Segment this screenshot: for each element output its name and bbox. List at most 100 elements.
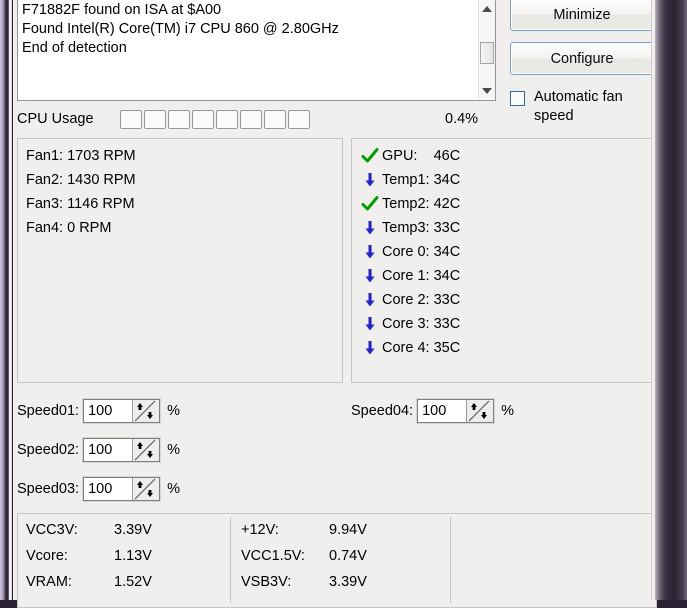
voltage-readout: VSB3V: 3.39V xyxy=(241,569,437,595)
voltage-column: +12V: 9.94V VCC1.5V: 0.74V VSB3V: 3.39V xyxy=(230,517,437,603)
voltage-readout: VRAM: 1.52V xyxy=(26,569,222,595)
cpu-usage-block xyxy=(216,110,238,129)
speed-spinner[interactable]: 100 xyxy=(417,399,495,423)
speed-unit-label: % xyxy=(501,403,514,419)
cpu-usage-percent: 0.4% xyxy=(445,111,479,127)
spinner-up-down-icon[interactable] xyxy=(466,400,494,422)
cpu-usage-block xyxy=(168,110,190,129)
temperature-sensor-name: Core 1: xyxy=(382,268,430,284)
client-area: F71882F found on ISA at $A00 Found Intel… xyxy=(13,0,677,608)
voltage-value: 0.74V xyxy=(329,548,367,564)
cpu-usage-label: CPU Usage xyxy=(17,111,94,127)
automatic-fan-speed-checkbox[interactable] xyxy=(510,91,525,106)
temperature-readout: Temp1: 34C xyxy=(360,168,460,192)
speed-spinner[interactable]: 100 xyxy=(83,399,161,423)
spinner-up-down-icon[interactable] xyxy=(132,478,160,500)
temperature-readout: Core 1: 34C xyxy=(360,264,460,288)
fan-readouts-panel: Fan1: 1703 RPM Fan2: 1430 RPM Fan3: 1146 R… xyxy=(17,138,343,383)
speed-control-row: Speed04: 100% xyxy=(351,398,514,424)
scroll-down-button[interactable] xyxy=(479,82,495,99)
speed-control-row: Speed02: 100% xyxy=(17,437,180,463)
speed-value-input[interactable]: 100 xyxy=(84,439,133,461)
cpu-usage-block xyxy=(288,110,310,129)
voltage-rail-name: VCC3V: xyxy=(26,522,78,538)
temperature-sensor-name: Temp1: xyxy=(382,172,430,188)
fan-value: 0 RPM xyxy=(63,220,112,236)
automatic-fan-speed-label: Automatic fan speed xyxy=(534,89,623,124)
blue-down-arrow-icon xyxy=(360,218,380,238)
temperature-readout: GPU: 46C xyxy=(360,144,460,168)
green-check-icon xyxy=(360,194,380,214)
blue-down-arrow-icon xyxy=(360,266,380,286)
voltage-value: 3.39V xyxy=(329,574,367,590)
speed-label: Speed01: xyxy=(17,403,80,419)
scroll-down-arrow-icon xyxy=(482,87,492,94)
cpu-usage-block xyxy=(192,110,214,129)
speed-spinner[interactable]: 100 xyxy=(83,438,161,462)
automatic-fan-speed-row[interactable]: Automatic fan speed xyxy=(510,88,660,126)
voltage-rail-name: VSB3V: xyxy=(241,574,292,590)
window-border-right xyxy=(655,0,687,600)
temperature-sensor-name: Temp2: xyxy=(382,196,430,212)
temperature-readout: Core 0: 34C xyxy=(360,240,460,264)
blue-down-arrow-icon xyxy=(360,242,380,262)
temperature-readout: Core 3: 33C xyxy=(360,312,460,336)
voltage-readout: Vcore: 1.13V xyxy=(26,543,222,569)
temperature-sensor-name: GPU: xyxy=(382,148,418,164)
cpu-usage-row: CPU Usage 0.4% xyxy=(13,108,493,134)
speed-unit-label: % xyxy=(167,481,180,497)
window-inner-edge-left xyxy=(9,0,12,600)
speed-label: Speed02: xyxy=(17,442,80,458)
minimize-button[interactable]: Minimize xyxy=(510,0,654,31)
configure-button[interactable]: Configure xyxy=(510,42,654,75)
speed-spinner[interactable]: 100 xyxy=(83,477,161,501)
voltage-value: 9.94V xyxy=(329,522,367,538)
detection-log-text: F71882F found on ISA at $A00 Found Intel… xyxy=(22,2,339,56)
voltage-rail-name: VRAM: xyxy=(26,574,72,590)
speed-unit-label: % xyxy=(167,442,180,458)
temperature-value: 46C xyxy=(417,148,461,164)
voltage-value: 3.39V xyxy=(114,522,152,538)
temperature-readout: Temp2: 42C xyxy=(360,192,460,216)
window-frame: F71882F found on ISA at $A00 Found Intel… xyxy=(0,0,687,608)
scrollbar-thumb[interactable] xyxy=(480,42,494,64)
voltage-readouts-panel: VCC3V: 3.39V Vcore: 1.13V VRAM: 1.52V +12V: 9.… xyxy=(17,513,657,608)
temperature-sensor-name: Core 4: xyxy=(382,340,430,356)
speed-value-input[interactable]: 100 xyxy=(84,478,133,500)
fan-readout: Fan4: 0 RPM xyxy=(26,216,136,240)
scroll-up-arrow-icon xyxy=(482,5,492,12)
temperature-value: 34C xyxy=(429,268,461,284)
detection-log-textbox[interactable]: F71882F found on ISA at $A00 Found Intel… xyxy=(17,0,496,101)
fan-label: Fan2: xyxy=(26,172,64,188)
voltage-rail-name: +12V: xyxy=(241,522,279,538)
temperature-value: 42C xyxy=(429,196,461,212)
spinner-up-down-icon[interactable] xyxy=(132,400,160,422)
cpu-usage-block xyxy=(120,110,142,129)
log-scrollbar[interactable] xyxy=(478,0,495,99)
temperature-readout: Core 4: 35C xyxy=(360,336,460,360)
green-check-icon xyxy=(360,146,380,166)
blue-down-arrow-icon xyxy=(360,170,380,190)
voltage-column: VCC3V: 3.39V Vcore: 1.13V VRAM: 1.52V xyxy=(26,517,222,603)
voltage-value: 1.52V xyxy=(114,574,152,590)
spinner-up-down-icon[interactable] xyxy=(132,439,160,461)
cpu-usage-progress xyxy=(120,110,310,129)
temperature-value: 34C xyxy=(429,172,461,188)
fan-value: 1146 RPM xyxy=(63,196,135,212)
speed-value-input[interactable]: 100 xyxy=(418,400,467,422)
voltage-readout: +12V: 9.94V xyxy=(241,517,437,543)
fan-readout: Fan1: 1703 RPM xyxy=(26,144,136,168)
fan-readout-list: Fan1: 1703 RPM Fan2: 1430 RPM Fan3: 1146 R… xyxy=(26,144,136,240)
temperature-readouts-panel: GPU: 46C Temp1: 34C Temp2: 42C Temp3: 33C Co… xyxy=(351,138,677,383)
speed-label: Speed03: xyxy=(17,481,80,497)
temperature-readout-list: GPU: 46C Temp1: 34C Temp2: 42C Temp3: 33C Co… xyxy=(360,144,460,360)
fan-readout: Fan2: 1430 RPM xyxy=(26,168,136,192)
speed-label: Speed04: xyxy=(351,403,414,419)
blue-down-arrow-icon xyxy=(360,338,380,358)
fan-label: Fan4: xyxy=(26,220,64,236)
speed-value-input[interactable]: 100 xyxy=(84,400,133,422)
temperature-value: 34C xyxy=(429,244,461,260)
voltage-readout: VCC3V: 3.39V xyxy=(26,517,222,543)
temperature-sensor-name: Core 0: xyxy=(382,244,430,260)
scroll-up-button[interactable] xyxy=(479,0,495,17)
